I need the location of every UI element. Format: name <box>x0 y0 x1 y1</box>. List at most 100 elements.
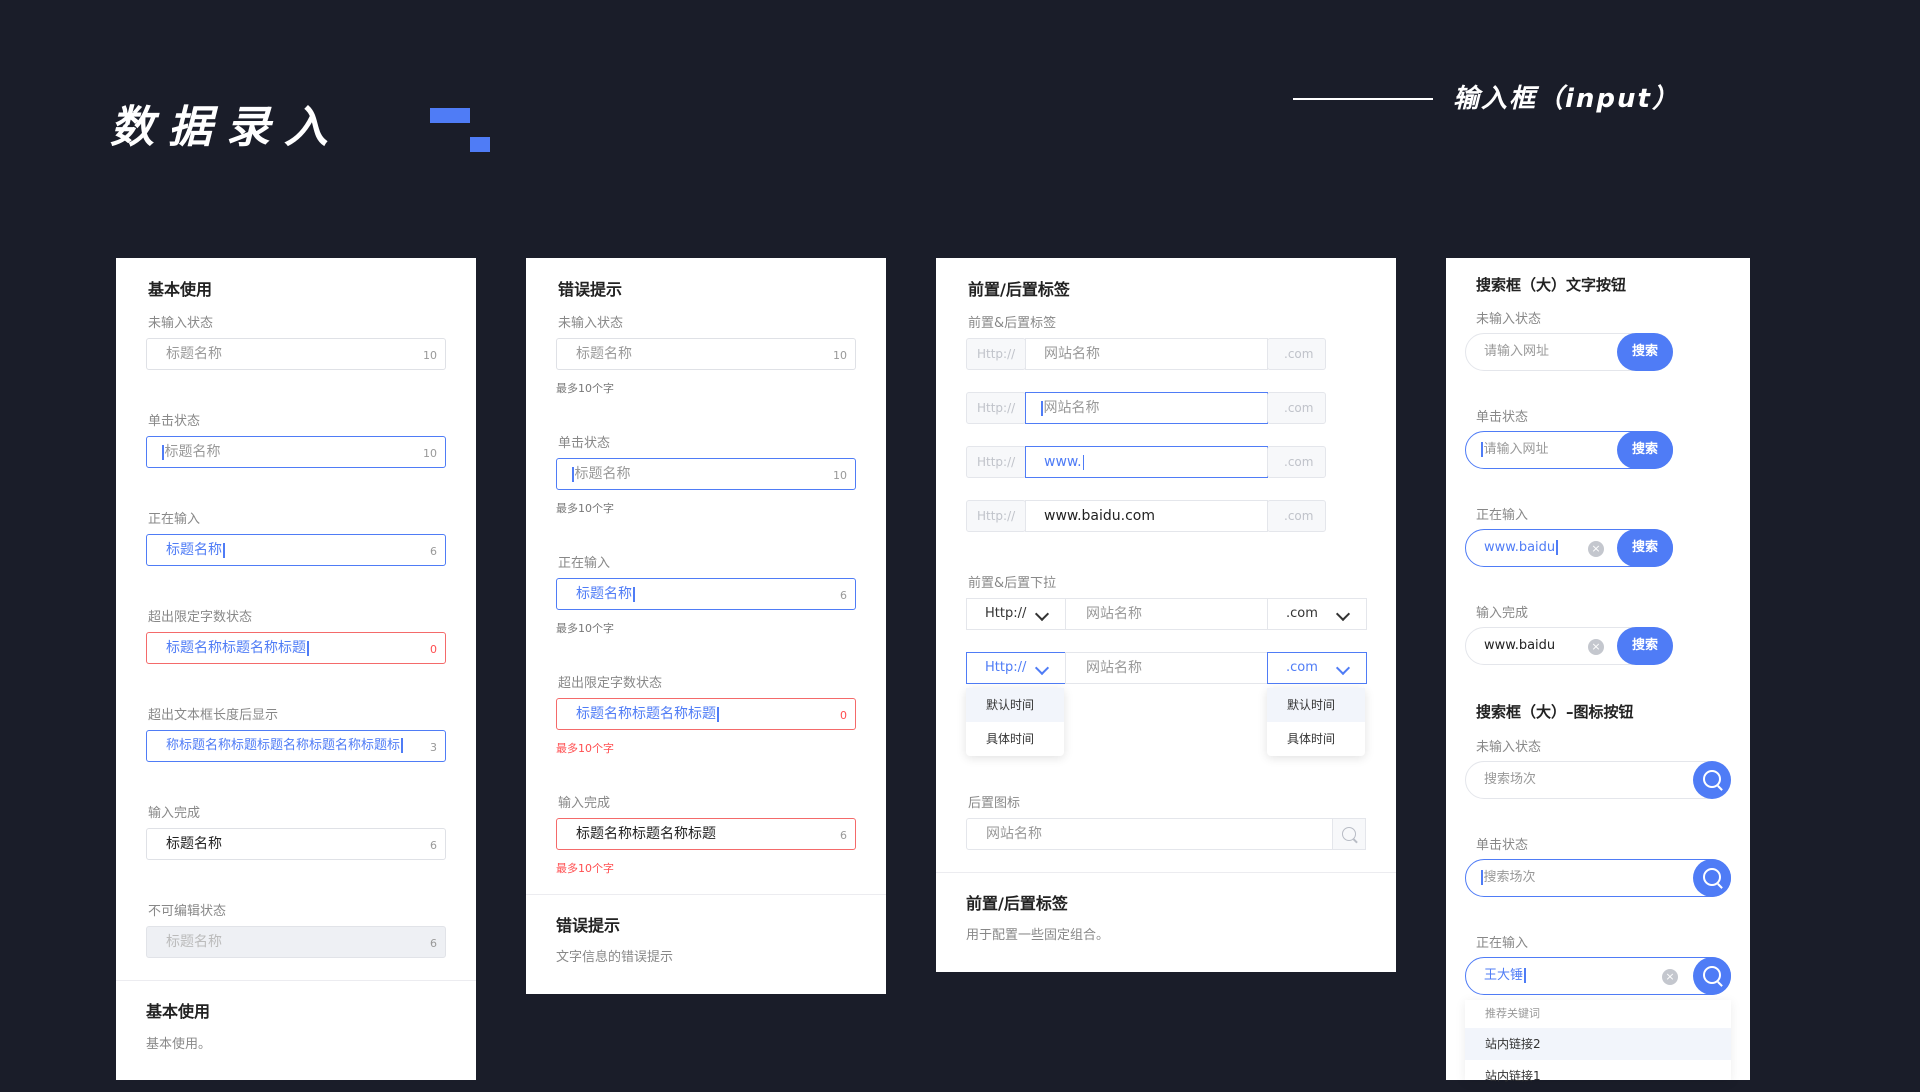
addon-input-field[interactable]: 网站名称 <box>1025 338 1268 370</box>
dropdown-option[interactable]: 具体时间 <box>1267 722 1365 756</box>
input-value: www.baidu <box>1484 638 1556 653</box>
text-caret <box>572 466 574 482</box>
search-icon-pill-typing[interactable]: 王大锤 × <box>1465 957 1731 995</box>
state-label: 输入完成 <box>558 796 611 811</box>
clear-icon[interactable]: × <box>1588 541 1604 557</box>
prefix-select[interactable]: Http:// <box>966 598 1066 630</box>
input-placeholder: 网站名称 <box>1044 346 1100 362</box>
addon-input-complete: Http:// www.baidu.com .com <box>966 500 1366 532</box>
suffix-addon: .com <box>1267 392 1326 424</box>
input-empty[interactable]: 标题名称 10 <box>146 338 446 370</box>
prefix-addon: Http:// <box>966 392 1026 424</box>
footer-description: 用于配置一些固定组合。 <box>966 928 1110 943</box>
prefix-select[interactable]: Http:// <box>966 652 1066 684</box>
search-button[interactable]: 搜索 <box>1617 529 1673 567</box>
input-empty[interactable]: 标题名称 10 <box>556 338 856 370</box>
char-counter: 6 <box>840 589 847 602</box>
addon-input-field[interactable]: 网站名称 <box>1065 652 1268 684</box>
char-counter: 10 <box>423 447 437 460</box>
prefix-addon: Http:// <box>966 446 1026 478</box>
search-button[interactable]: 搜索 <box>1617 333 1673 371</box>
card-title: 前置/后置标签 <box>968 280 1070 299</box>
clear-icon[interactable]: × <box>1588 639 1604 655</box>
page-title: 数据录入 <box>110 102 342 153</box>
addon-input-field[interactable]: www. <box>1025 446 1268 478</box>
input-overflow[interactable]: 称标题名称标题标题名称标题名称标题标 3 <box>146 730 446 762</box>
state-label: 超出文本框长度后显示 <box>148 708 279 723</box>
input-placeholder: 标题名称 <box>164 444 221 460</box>
hint-text: 最多10个字 <box>556 382 614 395</box>
text-caret <box>1481 442 1483 457</box>
char-counter: 6 <box>430 937 437 950</box>
input-complete[interactable]: 标题名称 6 <box>146 828 446 860</box>
suggestion-item[interactable]: 站内链接1 <box>1465 1060 1731 1092</box>
search-pill-focused[interactable]: 请输入网址 搜索 <box>1465 431 1673 469</box>
input-over-limit[interactable]: 标题名称标题名称标题 0 <box>556 698 856 730</box>
state-label: 输入完成 <box>148 806 201 821</box>
addon-input-field[interactable]: www.baidu.com <box>1025 500 1268 532</box>
footer-title: 基本使用 <box>146 1002 211 1021</box>
dropdown-option[interactable]: 默认时间 <box>1267 688 1365 722</box>
suggestion-item[interactable]: 站内链接2 <box>1465 1028 1731 1060</box>
state-label: 正在输入 <box>1476 508 1529 523</box>
card-title: 基本使用 <box>148 280 213 299</box>
search-pill-complete[interactable]: www.baidu × 搜索 <box>1465 627 1673 665</box>
suggestion-header: 推荐关键词 <box>1485 1007 1540 1020</box>
input-placeholder: 网站名称 <box>986 826 1042 842</box>
hint-text: 最多10个字 <box>556 502 614 515</box>
search-pill-typing[interactable]: www.baidu × 搜索 <box>1465 529 1673 567</box>
search-icon-pill-empty[interactable]: 搜索场次 <box>1465 761 1731 799</box>
divider <box>526 894 886 895</box>
text-caret <box>717 706 719 722</box>
select-value: .com <box>1286 660 1318 675</box>
suffix-select[interactable]: .com <box>1267 598 1367 630</box>
suffix-select[interactable]: .com <box>1267 652 1367 684</box>
search-button[interactable] <box>1332 818 1366 850</box>
input-value: 标题名称标题名称标题 <box>576 826 716 842</box>
footer-title: 前置/后置标签 <box>966 894 1068 913</box>
hint-text: 最多10个字 <box>556 622 614 635</box>
card-search-box: 搜索框（大）文字按钮 未输入状态 请输入网址 搜索 单击状态 请输入网址 搜索 … <box>1446 258 1750 1080</box>
card-basic-usage: 基本使用 未输入状态 标题名称 10 单击状态 标题名称 10 正在输入 标题名… <box>116 258 476 1080</box>
input-focused[interactable]: 标题名称 10 <box>556 458 856 490</box>
section-title: 输入框（input） <box>1453 84 1680 114</box>
search-button[interactable] <box>1693 957 1731 995</box>
search-button[interactable]: 搜索 <box>1617 431 1673 469</box>
state-label: 单击状态 <box>1476 410 1529 425</box>
search-button[interactable]: 搜索 <box>1617 627 1673 665</box>
search-pill-empty[interactable]: 请输入网址 搜索 <box>1465 333 1673 371</box>
dropdown-option[interactable]: 具体时间 <box>966 722 1064 756</box>
icon-suffix-input[interactable]: 网站名称 <box>966 818 1366 850</box>
addon-input-field[interactable]: 网站名称 <box>1025 392 1268 424</box>
decor-block <box>470 137 490 152</box>
addon-input-focused: Http:// 网站名称 .com <box>966 392 1366 424</box>
state-label: 未输入状态 <box>1476 312 1542 327</box>
input-placeholder: 标题名称 <box>574 466 631 482</box>
select-addon-input-open: Http:// 网站名称 .com <box>966 652 1367 684</box>
search-icon-pill-focused[interactable]: 搜索场次 <box>1465 859 1731 897</box>
state-label: 超出限定字数状态 <box>148 610 253 625</box>
text-caret <box>633 586 635 602</box>
section-label: 前置&后置标签 <box>968 316 1057 331</box>
input-focused[interactable]: 标题名称 10 <box>146 436 446 468</box>
clear-icon[interactable]: × <box>1662 969 1678 985</box>
search-button[interactable] <box>1693 859 1731 897</box>
suffix-dropdown-menu: 默认时间 具体时间 <box>1267 688 1365 756</box>
search-icon <box>1703 966 1721 984</box>
text-caret <box>307 640 309 656</box>
footer-title: 错误提示 <box>556 916 621 935</box>
char-counter: 6 <box>430 545 437 558</box>
dropdown-option[interactable]: 默认时间 <box>966 688 1064 722</box>
addon-input-field[interactable]: 网站名称 <box>1065 598 1268 630</box>
input-typing[interactable]: 标题名称 6 <box>146 534 446 566</box>
input-placeholder: 搜索场次 <box>1483 870 1536 885</box>
input-typing[interactable]: 标题名称 6 <box>556 578 856 610</box>
search-button[interactable] <box>1693 761 1731 799</box>
text-caret <box>162 444 164 460</box>
suffix-addon: .com <box>1267 338 1326 370</box>
text-caret <box>1082 454 1085 470</box>
prefix-addon: Http:// <box>966 500 1026 532</box>
input-over-limit[interactable]: 标题名称标题名称标题 0 <box>146 632 446 664</box>
input-complete-error[interactable]: 标题名称标题名称标题 6 <box>556 818 856 850</box>
input-value: 称标题名称标题标题名称标题名称标题标 <box>166 738 401 753</box>
